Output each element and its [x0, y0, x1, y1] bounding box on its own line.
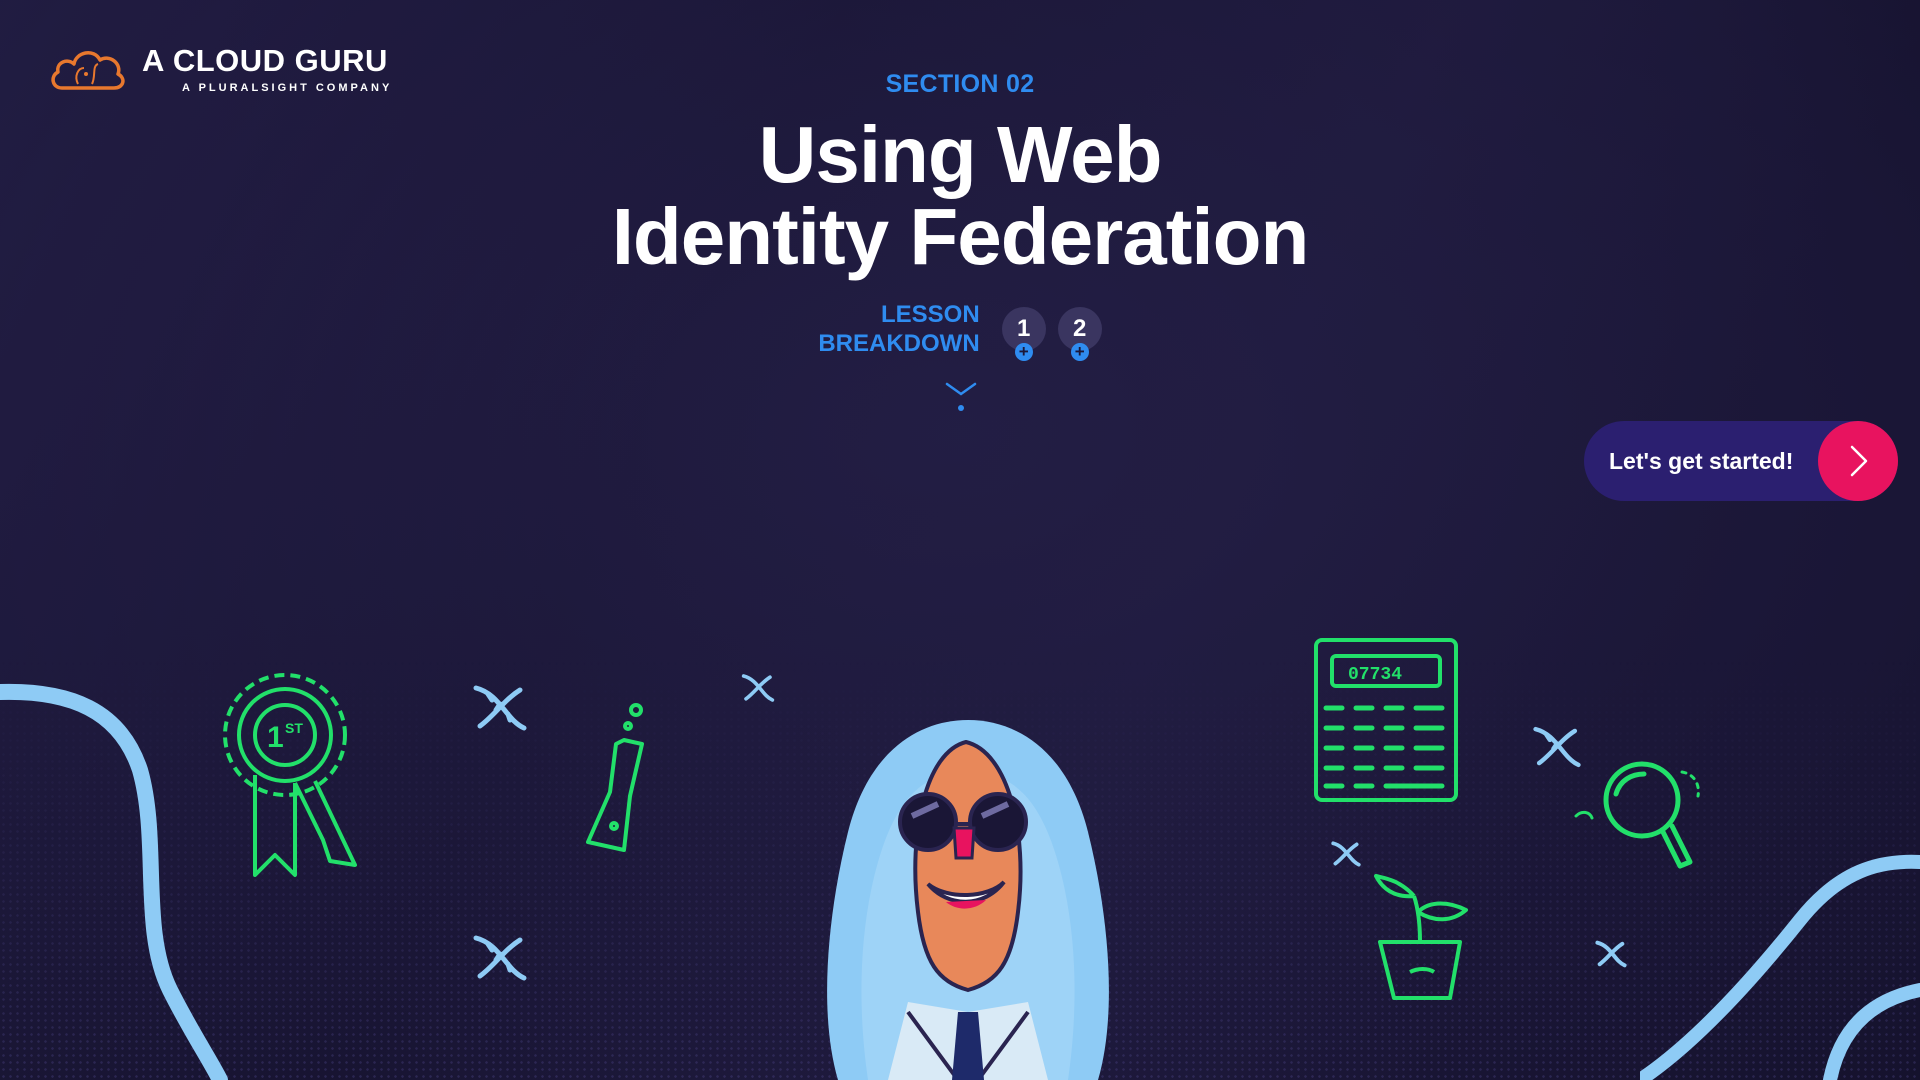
- flask-icon: [586, 703, 644, 852]
- plus-icon: +: [1070, 343, 1089, 361]
- lesson-number: 2: [1072, 315, 1087, 342]
- dna-icon: [473, 935, 527, 981]
- lesson-number: 1: [1016, 315, 1031, 342]
- lesson-intro-slide: A CLOUD GURU A PLURALSIGHT COMPANY SECTI…: [0, 0, 1920, 1080]
- lesson-label-line-2: BREAKDOWN: [818, 330, 980, 357]
- award-ribbon-icon: 1 ST: [223, 673, 357, 877]
- lesson-list: 1 + 2 +: [1001, 307, 1102, 361]
- magnifying-glass-icon: [1574, 761, 1700, 869]
- section-label: SECTION 02: [885, 70, 1035, 98]
- guru-character-illustration: [827, 720, 1109, 1080]
- chevron-right-icon: [1818, 421, 1898, 501]
- lesson-label-line-1: LESSON: [880, 301, 980, 328]
- dna-icon: [473, 685, 527, 731]
- plant-pot-icon: [1374, 874, 1468, 1000]
- plus-icon: +: [1014, 343, 1033, 361]
- lesson-item-1[interactable]: 1 +: [1001, 307, 1046, 361]
- dna-icon: [741, 674, 775, 702]
- dna-icon: [1331, 841, 1361, 867]
- title-line-2: Identity Federation: [611, 192, 1310, 281]
- lesson-breakdown: LESSON BREAKDOWN 1 + 2 +: [0, 300, 1920, 361]
- lesson-item-2[interactable]: 2 +: [1057, 307, 1102, 361]
- swoosh-left-decoration: [0, 683, 228, 1080]
- lesson-breakdown-label: LESSON BREAKDOWN: [818, 300, 979, 358]
- dna-icon: [1595, 940, 1627, 968]
- calculator-icon: 07734: [1314, 638, 1458, 802]
- get-started-label: Let's get started!: [1609, 447, 1794, 474]
- title-line-1: Using Web: [758, 110, 1163, 199]
- svg-text:ST: ST: [285, 720, 303, 736]
- calculator-display: 07734: [1348, 665, 1402, 685]
- page-title: Using Web Identity Federation: [0, 114, 1920, 278]
- svg-text:1: 1: [267, 721, 284, 754]
- get-started-button[interactable]: Let's get started!: [1584, 421, 1898, 501]
- chevron-down-icon[interactable]: [944, 380, 978, 416]
